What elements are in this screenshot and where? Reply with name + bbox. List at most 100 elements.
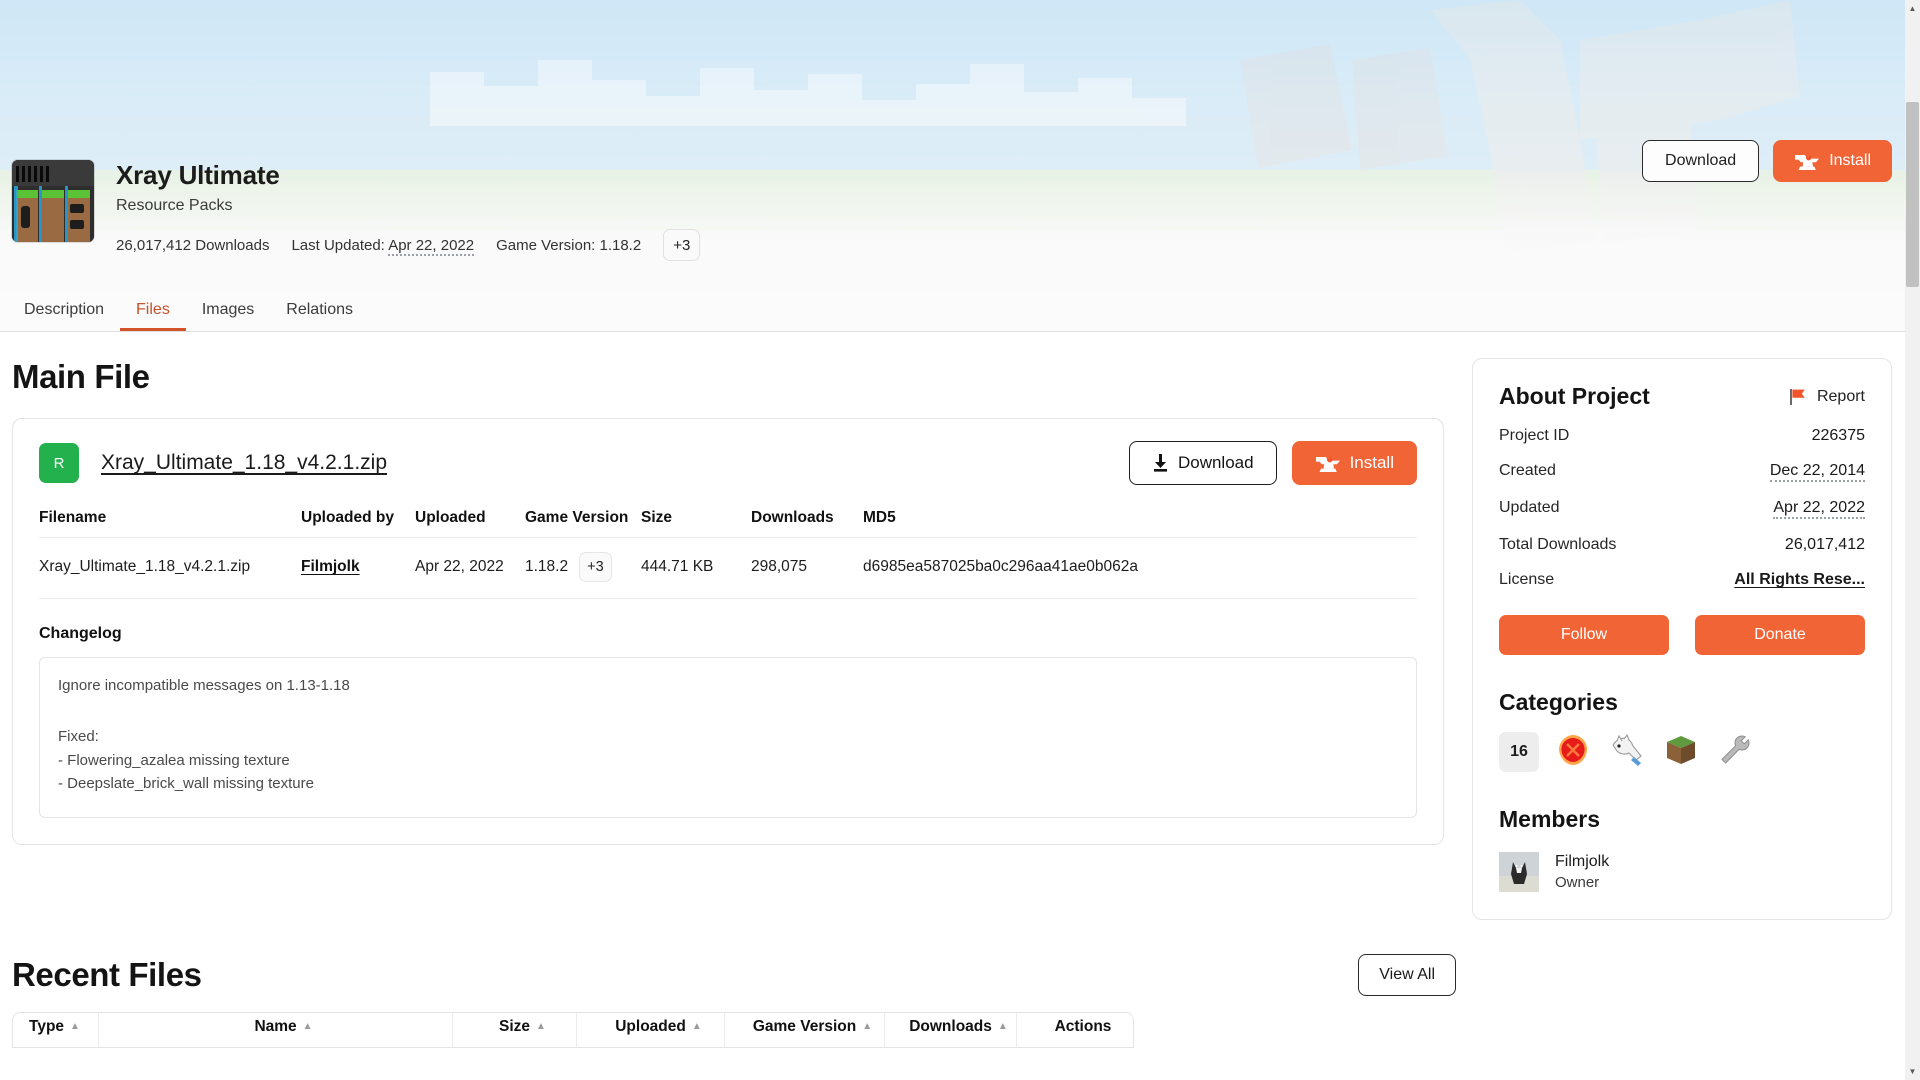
member-row[interactable]: Filmjolk Owner [1499,851,1865,893]
extra-versions-badge[interactable]: +3 [579,552,612,582]
changelog-line: - Flowering_azalea missing texture [58,751,290,769]
category-grass-block[interactable] [1661,732,1701,772]
scrollbar-up-arrow[interactable]: ▲ [1905,0,1920,17]
th-game-version: Game Version [525,509,629,526]
tab-images[interactable]: Images [186,302,270,331]
changelog-label: Changelog [39,625,122,642]
cell-uploaded-by: Filmjolk [301,537,415,599]
member-role: Owner [1555,873,1600,891]
download-button[interactable]: Download [1642,140,1760,182]
table-header-row: Filename Uploaded by Uploaded Game Versi… [39,509,1417,538]
flag-icon [1789,388,1807,406]
page-body: Main File R Xray_Ultimate_1.18_v4.2.1.zi… [0,332,1920,920]
file-install-button[interactable]: Install [1291,441,1417,485]
th-downloads[interactable]: Downloads ▲ [885,1012,1017,1047]
cell-downloads: 298,075 [751,537,863,599]
recent-files-header: Recent Files View All [0,920,1920,996]
about-row-license: License All Rights Rese... [1499,571,1865,589]
tab-files[interactable]: Files [120,302,186,331]
category-tools[interactable] [1715,732,1755,772]
category-mob[interactable] [1607,732,1647,772]
report-label: Report [1816,387,1865,405]
th-actions: Actions [1054,1017,1112,1035]
hero-action-buttons: Download Install [1642,140,1892,182]
follow-button[interactable]: Follow [1499,615,1669,655]
changelog-line: Ignore incompatible messages on 1.13-1.1… [58,677,350,694]
license-link[interactable]: All Rights Rese... [1734,571,1865,589]
tab-description[interactable]: Description [12,302,120,331]
changelog-spacer [58,697,1398,725]
about-row-created: Created Dec 22, 2014 [1499,462,1865,482]
avatar [1499,851,1539,892]
mob-icon [1609,733,1645,772]
about-row-project-id: Project ID 226375 [1499,427,1865,445]
file-install-label: Install [1349,453,1394,472]
main-file-name-link[interactable]: Xray_Ultimate_1.18_v4.2.1.zip [101,451,387,475]
sort-icon: ▲ [691,1021,702,1033]
donate-button[interactable]: Donate [1695,615,1865,655]
project-tabs: Description Files Images Relations [0,290,1920,332]
recent-files-header-row: Type ▲ Name ▲ Size ▲ Uploaded ▲ Game Version… [13,1012,1133,1047]
about-row-total-downloads: Total Downloads 26,017,412 [1499,536,1865,554]
changelog-line: Fixed: [58,728,99,746]
table-row: Xray_Ultimate_1.18_v4.2.1.zip Filmjolk A… [39,537,1417,599]
tools-icon [1718,733,1752,772]
category-redstone[interactable] [1553,732,1593,772]
tab-relations[interactable]: Relations [270,302,369,331]
main-file-heading: Main File [12,358,150,395]
about-value: Dec 22, 2014 [1769,462,1865,482]
category-resolution-16x[interactable]: 16 [1499,732,1539,772]
categories-title: Categories [1499,689,1618,715]
report-button[interactable]: Report [1789,388,1865,406]
anvil-icon [1315,453,1341,473]
project-stats: 26,017,412 Downloads Last Updated: Apr 2… [116,229,701,262]
page-scrollbar[interactable]: ▲ ▼ [1905,0,1920,1080]
th-uploaded[interactable]: Uploaded ▲ [577,1012,725,1047]
recent-files-table: Type ▲ Name ▲ Size ▲ Uploaded ▲ Game Version… [12,1011,1134,1048]
about-row-updated: Updated Apr 22, 2022 [1499,499,1865,519]
release-type-badge: R [39,443,79,483]
th-size: Size [641,509,673,526]
th-game-version[interactable]: Game Version ▲ [725,1012,885,1047]
th-type[interactable]: Type ▲ [13,1012,99,1047]
uploader-link[interactable]: Filmjolk [301,558,360,575]
about-key: Project ID [1499,427,1570,444]
about-key: Updated [1499,499,1560,516]
install-button-label: Install [1829,152,1871,169]
file-download-label: Download [1177,453,1254,472]
th-name[interactable]: Name ▲ [99,1012,453,1047]
members-title: Members [1499,806,1600,832]
scrollbar-down-arrow[interactable]: ▼ [1905,1063,1920,1080]
about-key: Total Downloads [1499,536,1617,553]
th-uploaded-by: Uploaded by [301,509,395,526]
main-file-header: R Xray_Ultimate_1.18_v4.2.1.zip Download [39,441,1417,485]
redstone-icon [1556,733,1590,772]
project-meta: Xray Ultimate Resource Packs 26,017,412 … [116,160,701,262]
sort-icon: ▲ [536,1021,546,1033]
about-project-card: About Project Report Project ID 226375 C… [1472,358,1892,920]
game-version-value: 1.18.2 [525,558,569,575]
main-file-actions: Download Install [1128,441,1417,485]
file-download-button[interactable]: Download [1128,441,1277,485]
recent-files-heading: Recent Files [12,955,202,993]
downloads-count: 26,017,412 Downloads [116,236,270,254]
install-button[interactable]: Install [1773,140,1892,182]
about-value: Apr 22, 2022 [1773,499,1865,519]
grass-block-icon [1664,733,1698,772]
extra-versions-badge[interactable]: +3 [663,229,701,262]
project-icon [12,160,94,242]
view-all-button[interactable]: View All [1358,953,1456,996]
game-version: Game Version: 1.18.2 [496,236,642,254]
member-name: Filmjolk [1555,853,1610,870]
about-value: 226375 [1811,427,1865,444]
th-size[interactable]: Size ▲ [453,1012,577,1047]
sort-icon: ▲ [997,1021,1008,1033]
cell-filename: Xray_Ultimate_1.18_v4.2.1.zip [39,537,301,599]
sort-icon: ▲ [862,1021,873,1033]
scrollbar-thumb[interactable] [1906,102,1919,287]
changelog-box: Ignore incompatible messages on 1.13-1.1… [39,657,1417,818]
sidebar: About Project Report Project ID 226375 C… [1472,358,1892,920]
sort-icon: ▲ [302,1021,313,1033]
changelog-line: - Deepslate_brick_wall missing texture [58,774,314,792]
cell-uploaded: Apr 22, 2022 [415,537,525,599]
